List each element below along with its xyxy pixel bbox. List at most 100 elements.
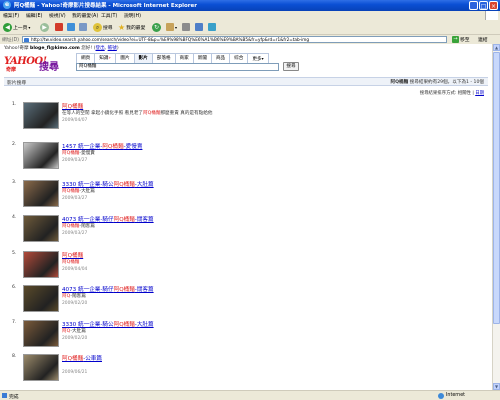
toolbar: ◀ 上一頁 ▾ ▶ ⌕ 搜尋 ★ 我的最愛 ↻ ▾: [0, 20, 500, 35]
result-title-link[interactable]: 3330 統一企業-騎公阿Q桶麵-大肚篇: [62, 180, 154, 188]
menu-file[interactable]: 檔案(F): [3, 12, 19, 19]
print-icon: [182, 23, 190, 31]
result-number: 6.: [12, 285, 17, 290]
ie-logo-icon: e: [3, 1, 11, 9]
tab-all[interactable]: 綜合: [229, 53, 249, 63]
video-thumbnail[interactable]: [23, 215, 59, 242]
mail-icon: [166, 23, 174, 31]
sort-date-link[interactable]: 日期: [475, 91, 484, 96]
result-date: 2009/02/20: [62, 336, 88, 341]
refresh-button[interactable]: [67, 22, 75, 32]
result-description: 阿Q桶麵-闊客篇: [62, 224, 95, 229]
tab-web[interactable]: 網頁: [76, 53, 96, 63]
video-thumbnail[interactable]: [23, 142, 59, 169]
result-item: 5. 阿Q桶麵 阿Q桶麵 2009/04/04: [0, 251, 470, 285]
history-button[interactable]: ↻: [152, 22, 161, 32]
video-thumbnail[interactable]: [23, 180, 59, 207]
result-title-link[interactable]: 4073 統一企業-騎仔阿Q桶麵-闊客篇: [62, 215, 154, 223]
scroll-down-icon[interactable]: ▼: [493, 383, 500, 390]
menu-favorites[interactable]: 我的最愛(A): [72, 12, 98, 19]
links-button[interactable]: 連結: [478, 36, 488, 43]
sort-label: 搜尋結果排序方式:: [419, 91, 457, 96]
results-header-bar: 影片搜尋 阿Q桶麵 搜尋結果約有29個，以下為1 - 10個: [4, 77, 488, 86]
sort-options: 搜尋結果排序方式: 相關性 | 日期: [419, 91, 484, 96]
sort-relevance[interactable]: 相關性: [458, 91, 471, 96]
menu-help[interactable]: 說明(H): [124, 12, 141, 19]
address-input[interactable]: http://tw.video.search.yahoo.com/search/…: [22, 36, 447, 43]
home-button[interactable]: [79, 22, 87, 32]
refresh-icon: [67, 23, 75, 31]
messenger-button[interactable]: [208, 22, 216, 32]
result-item: 1. 阿Q桶麵 在等人的空閒 拿起小鏡化手照 看見老了阿Q桶麵那麼重責 真的是有點給…: [0, 102, 470, 136]
back-label: 上一頁: [13, 25, 28, 31]
window-title-bar[interactable]: e 阿Q桶麵 - Yahoo!奇摩影片搜尋結果 - Microsoft Inte…: [0, 0, 500, 11]
greeting: 您好!: [81, 46, 93, 51]
windows-flag-icon: [485, 11, 498, 20]
menu-view[interactable]: 檢視(V): [49, 12, 66, 19]
result-date: 2009/02/20: [62, 301, 88, 306]
result-description: 阿Q桶麵: [62, 260, 80, 265]
mail-button[interactable]: ▾: [166, 22, 177, 32]
minimize-button[interactable]: _: [469, 1, 478, 10]
maximize-button[interactable]: □: [479, 1, 488, 10]
window-title: 阿Q桶麵 - Yahoo!奇摩影片搜尋結果 - Microsoft Intern…: [14, 3, 197, 9]
scroll-up-icon[interactable]: ▲: [493, 44, 500, 51]
close-button[interactable]: ×: [489, 1, 498, 10]
tab-more[interactable]: 更多▾: [247, 53, 269, 63]
video-thumbnail[interactable]: [23, 354, 59, 381]
search-input[interactable]: 阿Q桶麵: [76, 63, 279, 71]
result-description: 阿Q桶麵-大肚篇: [62, 189, 95, 194]
search-button[interactable]: ⌕ 搜尋: [93, 22, 113, 32]
result-number: 5.: [12, 251, 17, 256]
go-button[interactable]: → 移至: [452, 36, 470, 43]
tab-images[interactable]: 圖片: [115, 53, 135, 63]
result-title-link[interactable]: 3330 統一企業-騎公阿Q桶麵-大肚篇: [62, 320, 154, 328]
result-item: 2. 1457 統一企業-阿Q桶麵-愛慢賣 阿Q桶麵-愛慢賣 2009/03/27: [0, 142, 470, 176]
result-title-link[interactable]: 1457 統一企業-阿Q桶麵-愛慢賣: [62, 142, 142, 150]
result-title-link[interactable]: 阿Q桶麵-公車篇: [62, 354, 102, 362]
result-number: 8.: [12, 354, 17, 359]
result-title-link[interactable]: 阿Q桶麵: [62, 102, 83, 110]
video-thumbnail[interactable]: [23, 285, 59, 312]
tab-shopping[interactable]: 商品: [210, 53, 231, 63]
result-title-link[interactable]: 4073 統一企業-騎仔阿Q桶麵-闊客篇: [62, 285, 154, 293]
video-thumbnail[interactable]: [23, 320, 59, 347]
result-title-link[interactable]: 阿Q桶麵: [62, 251, 83, 259]
forward-button[interactable]: ▶: [40, 22, 49, 32]
video-thumbnail[interactable]: [23, 102, 59, 129]
edit-icon: [195, 23, 203, 31]
menu-tools[interactable]: 工具(T): [101, 12, 117, 19]
tab-video[interactable]: 影片: [133, 53, 153, 63]
tab-local[interactable]: 商家: [174, 53, 194, 63]
address-bar: 網址(D) http://tw.video.search.yahoo.com/s…: [0, 35, 500, 44]
print-button[interactable]: [182, 22, 190, 32]
result-item: 7. 3330 統一企業-騎公阿Q桶麵-大肚篇 阿Q-大肚篇 2009/02/20: [0, 320, 470, 354]
favorites-button[interactable]: ★ 我的最愛: [118, 22, 145, 32]
logout-link[interactable]: 登出: [96, 46, 105, 51]
yahoo-brand-link[interactable]: Yahoo!奇摩: [4, 46, 29, 51]
scroll-thumb[interactable]: [493, 52, 500, 324]
tab-blog[interactable]: 部落格: [151, 53, 176, 63]
home-icon: [79, 23, 87, 31]
yahoo-user-bar: Yahoo!奇摩 bloge_fl@kimo.com 您好! (登出, 帳號): [4, 46, 119, 51]
stop-button[interactable]: [55, 22, 63, 32]
result-date: 2009/03/27: [62, 196, 88, 201]
back-button[interactable]: ◀ 上一頁 ▾: [3, 22, 30, 32]
results-summary: 阿Q桶麵 搜尋結果約有29個，以下為1 - 10個: [390, 80, 484, 85]
account-link[interactable]: 帳號: [108, 46, 117, 51]
result-item: 4. 4073 統一企業-騎仔阿Q桶麵-闊客篇 阿Q桶麵-闊客篇 2009/03/27: [0, 215, 470, 249]
tab-knowledge[interactable]: 知識+: [94, 53, 117, 63]
search-icon: ⌕: [93, 22, 102, 32]
history-icon: ↻: [152, 22, 161, 32]
video-thumbnail[interactable]: [23, 251, 59, 278]
stop-icon: [55, 23, 63, 31]
result-description: 阿Q-闊客篇: [62, 294, 86, 299]
search-submit-button[interactable]: 搜尋: [283, 62, 299, 71]
edit-button[interactable]: [195, 22, 203, 32]
search-label: 搜尋: [103, 25, 113, 31]
vertical-scrollbar[interactable]: ▲ ▼: [492, 44, 500, 390]
menu-edit[interactable]: 編輯(E): [26, 12, 42, 19]
result-number: 1.: [12, 102, 17, 107]
page-done-icon: [2, 393, 7, 398]
tab-news[interactable]: 新聞: [192, 53, 212, 63]
